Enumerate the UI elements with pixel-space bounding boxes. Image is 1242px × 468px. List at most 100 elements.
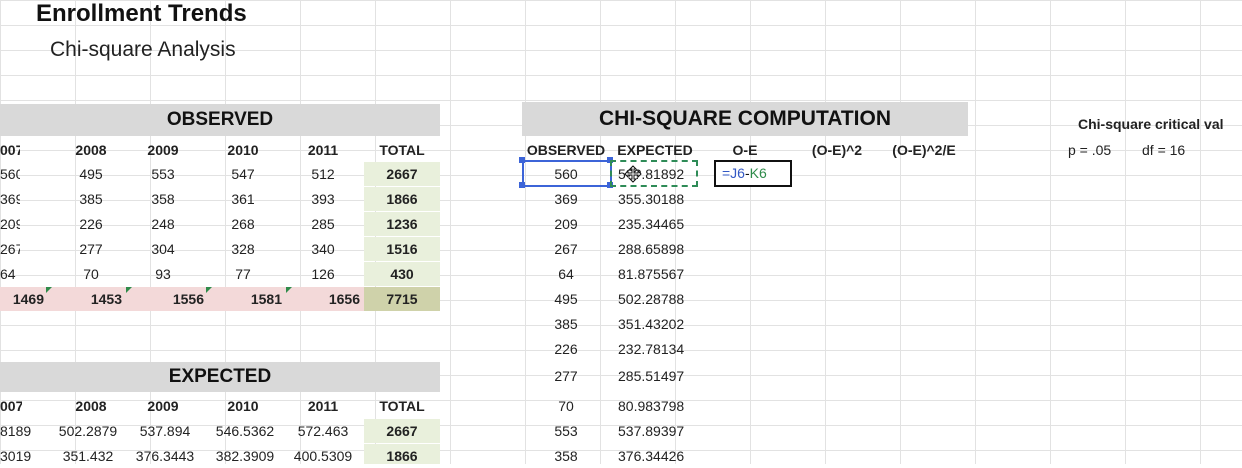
chi-observed-cell[interactable]: 64 [524, 262, 608, 286]
table-cell[interactable]: 351.432 [50, 444, 126, 468]
table-row[interactable]: 209 [0, 212, 20, 236]
table-cell[interactable]: 226 [56, 212, 126, 236]
range-handle-icon[interactable] [519, 157, 525, 163]
column-total-cell[interactable]: 1556 [128, 287, 204, 311]
table-cell[interactable]: 361 [208, 187, 278, 211]
table-cell[interactable]: 546.5362 [206, 419, 284, 443]
observed-header-col-3: 2009 [147, 142, 179, 158]
table-cell[interactable]: 393 [288, 187, 358, 211]
formula-edit-cell[interactable]: =J6-K6 [714, 160, 792, 187]
table-cell[interactable]: 400.5309 [286, 444, 360, 468]
expected-header-col-5: 2011 [307, 398, 339, 414]
chi-expected-cell[interactable]: 235.34465 [618, 212, 698, 236]
table-cell[interactable]: 70 [56, 262, 126, 286]
observed-header-col-4: 2010 [227, 142, 259, 158]
table-cell[interactable]: 268 [208, 212, 278, 236]
table-row[interactable]: 64 [0, 262, 20, 286]
chi-observed-cell[interactable]: 267 [524, 237, 608, 261]
table-cell[interactable]: 126 [288, 262, 358, 286]
chi-expected-cell[interactable]: 285.51497 [618, 364, 698, 388]
error-indicator-icon [286, 287, 292, 293]
table-row[interactable]: 267 [0, 237, 20, 261]
chi-expected-cell[interactable]: 502.28788 [618, 287, 698, 311]
table-cell[interactable]: 77 [208, 262, 278, 286]
column-total-cell[interactable]: 1453 [50, 287, 122, 311]
sheet-subtitle: Chi-square Analysis [50, 38, 236, 61]
row-total-cell[interactable]: 2667 [364, 162, 440, 186]
chi-observed-cell[interactable]: 277 [524, 364, 608, 388]
table-cell[interactable]: 93 [128, 262, 198, 286]
row-total-cell[interactable]: 1866 [364, 444, 440, 464]
chi-observed-cell[interactable]: 358 [524, 444, 608, 468]
chi-header-chi-contribution: (O-E)^2/E [892, 142, 956, 158]
table-cell[interactable]: 512 [288, 162, 358, 186]
observed-header-col-1: 007 [0, 142, 20, 158]
table-cell[interactable]: 502.2879 [50, 419, 126, 443]
expected-band: EXPECTED [0, 362, 440, 392]
column-total-cell[interactable]: 1656 [288, 287, 360, 311]
observed-band-label: OBSERVED [166, 109, 274, 130]
chi-expected-cell[interactable]: 288.65898 [618, 237, 698, 261]
chi-observed-cell[interactable]: 369 [524, 187, 608, 211]
table-cell[interactable]: 340 [288, 237, 358, 261]
chi-expected-cell[interactable]: 80.983798 [618, 394, 698, 418]
selected-cell-range[interactable] [522, 160, 612, 187]
table-cell[interactable]: 277 [56, 237, 126, 261]
chi-observed-cell[interactable]: 553 [524, 419, 608, 443]
chi-expected-cell[interactable]: 351.43202 [618, 312, 698, 336]
critical-value-title: Chi-square critical val [1078, 116, 1224, 132]
chi-observed-cell[interactable]: 495 [524, 287, 608, 311]
expected-header-col-4: 2010 [227, 398, 259, 414]
table-cell[interactable]: 537.894 [128, 419, 202, 443]
row-total-cell[interactable]: 430 [364, 262, 440, 286]
expected-band-label: EXPECTED [168, 366, 272, 387]
move-cursor-icon [624, 165, 642, 183]
table-cell[interactable]: 376.3443 [128, 444, 202, 468]
chi-expected-cell[interactable]: 376.34426 [618, 444, 698, 468]
table-cell[interactable]: 547 [208, 162, 278, 186]
chi-expected-cell[interactable]: 355.30188 [618, 187, 698, 211]
table-cell[interactable]: 3019 [0, 444, 44, 468]
chi-observed-cell[interactable]: 209 [524, 212, 608, 236]
chi-square-band: CHI-SQUARE COMPUTATION [522, 102, 968, 136]
column-total-cell[interactable]: 1469 [0, 287, 44, 311]
column-total-cell[interactable]: 1581 [208, 287, 282, 311]
error-indicator-icon [46, 287, 52, 293]
chi-expected-cell[interactable]: 81.875567 [618, 262, 698, 286]
grand-total-cell[interactable]: 7715 [364, 287, 440, 311]
chi-observed-cell[interactable]: 226 [524, 337, 608, 361]
sheet-title: Enrollment Trends [36, 0, 247, 27]
chi-observed-cell[interactable]: 70 [524, 394, 608, 418]
observed-header-col-5: 2011 [307, 142, 339, 158]
chi-observed-cell[interactable]: 385 [524, 312, 608, 336]
formula-ref-k6: K6 [749, 165, 767, 181]
chi-header-observed: OBSERVED [526, 142, 606, 158]
table-cell[interactable]: 382.3909 [206, 444, 284, 468]
table-cell[interactable]: 495 [56, 162, 126, 186]
chi-header-o-minus-e-squared: (O-E)^2 [811, 142, 863, 158]
table-row[interactable]: 369 [0, 187, 20, 211]
table-cell[interactable]: 358 [128, 187, 198, 211]
chi-square-band-label: CHI-SQUARE COMPUTATION [598, 107, 892, 130]
expected-header-col-2: 2008 [75, 398, 107, 414]
table-cell[interactable]: 248 [128, 212, 198, 236]
row-total-cell[interactable]: 1516 [364, 237, 440, 261]
range-handle-icon[interactable] [519, 182, 525, 188]
expected-header-total: TOTAL [379, 398, 425, 414]
table-cell[interactable]: 285 [288, 212, 358, 236]
row-total-cell[interactable]: 1236 [364, 212, 440, 236]
chi-expected-cell[interactable]: 232.78134 [618, 337, 698, 361]
error-indicator-icon [206, 287, 212, 293]
observed-header-col-2: 2008 [75, 142, 107, 158]
table-cell[interactable]: 572.463 [286, 419, 360, 443]
expected-header-col-3: 2009 [147, 398, 179, 414]
table-row[interactable]: 560 [0, 162, 20, 186]
chi-expected-cell[interactable]: 537.89397 [618, 419, 698, 443]
table-cell[interactable]: 8189 [0, 419, 44, 443]
row-total-cell[interactable]: 1866 [364, 187, 440, 211]
table-cell[interactable]: 304 [128, 237, 198, 261]
table-cell[interactable]: 553 [128, 162, 198, 186]
row-total-cell[interactable]: 2667 [364, 419, 440, 443]
table-cell[interactable]: 328 [208, 237, 278, 261]
table-cell[interactable]: 385 [56, 187, 126, 211]
